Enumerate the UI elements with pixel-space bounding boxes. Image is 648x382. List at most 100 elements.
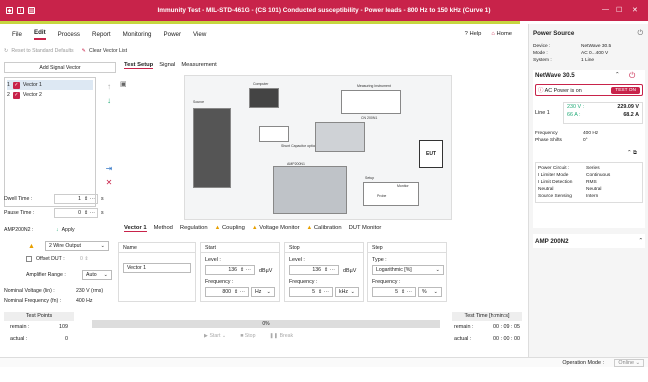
step-freq-input[interactable]: 5 ⇕ ··· xyxy=(372,287,416,297)
range-row: Amplifier Range : Auto ⌄ xyxy=(4,270,112,280)
toolbar: ↻ Reset to Standard Defaults ✎ Clear Vecto… xyxy=(4,44,520,58)
power-circuit-label: Power Circuit : xyxy=(538,166,570,171)
export-icon[interactable]: ⇥ xyxy=(104,164,114,174)
tab-measurement[interactable]: Measurement xyxy=(181,62,216,69)
line-measure-box: 230 V : 229.09 V 66 A : 68.2 A xyxy=(563,102,643,124)
help-button[interactable]: ? Help xyxy=(465,31,482,37)
image-icon[interactable]: ▣ xyxy=(120,80,127,88)
maximize-icon[interactable]: ☐ xyxy=(616,6,622,14)
start-button[interactable]: ▶ Start ⌄ xyxy=(204,333,226,339)
tab-signal[interactable]: Signal xyxy=(159,62,175,69)
vector-checkbox[interactable]: ✓ xyxy=(12,91,20,99)
break-button[interactable]: ❚❚ Break xyxy=(269,333,293,339)
pause-time-input[interactable]: 0 ⇕ ··· xyxy=(54,208,98,218)
window-title: Immunity Test - MIL-STD-461G - (CS 101) … xyxy=(157,7,491,14)
chevron-up-icon[interactable]: ⌃ xyxy=(615,72,620,78)
start-freq-input[interactable]: 800 ⇕ ··· xyxy=(205,287,249,297)
tab-method[interactable]: Method xyxy=(154,225,173,232)
tab-coupling[interactable]: ▲ Coupling xyxy=(215,225,245,232)
frequency-value: 400 Hz xyxy=(583,131,599,136)
test-time-remain-row: remain : 00 : 09 : 05 xyxy=(452,321,522,333)
stop-freq-input[interactable]: 5 ⇕ ··· xyxy=(289,287,333,297)
nominal-frequency-label: Nominal Frequency (fn) : xyxy=(4,298,62,304)
range-select[interactable]: Auto ⌄ xyxy=(82,270,112,280)
setup-label: Setup xyxy=(365,176,375,180)
step-freq-unit-select[interactable]: % ⌄ xyxy=(418,287,442,297)
menu-report[interactable]: Report xyxy=(92,31,111,38)
move-up-icon[interactable]: ↑ xyxy=(104,82,114,92)
plug-icon[interactable]: ⏻ xyxy=(637,30,643,38)
limit-detection-row: I Limit Detection RMS xyxy=(538,179,640,186)
spin-icon: ⇕ ··· xyxy=(234,289,245,295)
amp-section[interactable]: AMP 200N2 ⌃ xyxy=(533,234,645,248)
add-signal-vector-button[interactable]: Add Signal Vector xyxy=(4,62,116,73)
tab-test-setup[interactable]: Test Setup xyxy=(124,62,154,69)
amp-header: AMP 200N2 xyxy=(535,237,569,245)
probe-label: Probe xyxy=(377,194,387,198)
vector-row-2[interactable]: 2 ✓ Vector 2 xyxy=(7,90,93,100)
nominal-frequency-row: Nominal Frequency (fn) : 400 Hz xyxy=(4,298,92,304)
tab-regulation[interactable]: Regulation xyxy=(180,225,208,232)
stop-freq-unit-select[interactable]: kHz ⌄ xyxy=(335,287,359,297)
warning-icon: ▲ xyxy=(28,242,35,250)
device-row: Device : NetWave 30.5 xyxy=(533,43,645,50)
operation-mode-select[interactable]: Online ⌄ xyxy=(614,359,644,367)
menu-process[interactable]: Process xyxy=(58,31,80,38)
line-label: Line 1 xyxy=(535,110,550,116)
warning-icon: ▲ xyxy=(214,225,222,231)
menu-monitoring[interactable]: Monitoring xyxy=(123,31,152,38)
phase-value: 0° xyxy=(583,138,588,143)
limit-detection-value: RMS xyxy=(586,180,597,185)
spin-icon: ⇕ ··· xyxy=(401,289,412,295)
output-select[interactable]: 2 Wire Output ⌄ xyxy=(44,241,109,251)
offset-checkbox[interactable] xyxy=(26,256,32,262)
step-type-select[interactable]: Logarithmic [%] ⌄ xyxy=(372,265,444,275)
operation-mode-label: Operation Mode : xyxy=(562,360,604,366)
apply-button[interactable]: ↓ Apply xyxy=(56,227,75,233)
menu-power[interactable]: Power xyxy=(164,31,182,38)
power-source-section: Power Source ⏻ Device : NetWave 30.5 Mode… xyxy=(533,30,645,64)
computer-label: Computer xyxy=(253,82,269,86)
time-actual-value: 00 : 00 : 00 xyxy=(493,336,520,342)
move-down-icon[interactable]: ↓ xyxy=(104,96,114,106)
name-input[interactable]: Vector 1 xyxy=(123,263,191,273)
tab-voltage-monitor-label: Voltage Monitor xyxy=(259,225,300,231)
reset-defaults-button[interactable]: ↻ Reset to Standard Defaults xyxy=(4,48,74,54)
start-level-label: Level : xyxy=(205,257,221,263)
status-bar: Operation Mode : Online ⌄ xyxy=(0,357,648,367)
offset-input[interactable]: 0 ⇕ xyxy=(80,256,89,262)
step-freq-unit: % xyxy=(422,289,427,295)
stop-button[interactable]: ■ Stop xyxy=(240,333,255,339)
actual-label: actual : xyxy=(10,336,28,342)
dwell-time-input[interactable]: 1 ⇕ ··· xyxy=(54,194,98,204)
tab-calibration[interactable]: ▲ Calibration xyxy=(307,225,342,232)
vector-row-1[interactable]: 1 ✓ Vector 1 xyxy=(7,80,93,90)
clear-vector-list-button[interactable]: ✎ Clear Vector List xyxy=(82,48,127,54)
start-level-input[interactable]: 136 ⇕ ··· xyxy=(205,265,255,275)
vector-checkbox[interactable]: ✓ xyxy=(12,81,20,89)
system-label: System : xyxy=(533,58,552,63)
home-button[interactable]: ⌂ Home xyxy=(491,31,512,37)
minimize-icon[interactable]: — xyxy=(602,6,609,13)
stop-level-unit: dBµV xyxy=(343,268,357,274)
vector-label: Vector 1 xyxy=(22,82,42,88)
close-icon[interactable]: ✕ xyxy=(632,6,638,14)
test-points-header: Test Points xyxy=(4,312,74,321)
netwave-section: NetWave 30.5 ⌃ ⏻ ⓘ AC Power is on TEST O… xyxy=(533,70,645,228)
menu-edit[interactable]: Edit xyxy=(33,29,46,40)
stop-level-input[interactable]: 136 ⇕ ··· xyxy=(289,265,339,275)
menu-file[interactable]: File xyxy=(12,31,22,38)
tab-dut-monitor[interactable]: DUT Monitor xyxy=(349,225,382,232)
delete-icon[interactable]: ✕ xyxy=(104,178,114,188)
start-freq-unit: Hz xyxy=(255,289,262,295)
stop-freq-label: Frequency : xyxy=(289,279,318,285)
start-freq-unit-select[interactable]: Hz ⌄ xyxy=(251,287,275,297)
menu-view[interactable]: View xyxy=(193,31,206,38)
test-time-box: Test Time [h:min:s] remain : 00 : 09 : 05… xyxy=(452,312,522,352)
phase-row: Phase Shifts 0° xyxy=(535,137,643,144)
settings-toggle-icon[interactable]: ⌃ ⧉ xyxy=(627,150,637,157)
reset-label: Reset to Standard Defaults xyxy=(11,48,74,54)
tab-vector-1[interactable]: Vector 1 xyxy=(124,225,147,232)
tab-voltage-monitor[interactable]: ▲ Voltage Monitor xyxy=(252,225,300,232)
power-icon[interactable]: ⏻ xyxy=(629,71,635,81)
